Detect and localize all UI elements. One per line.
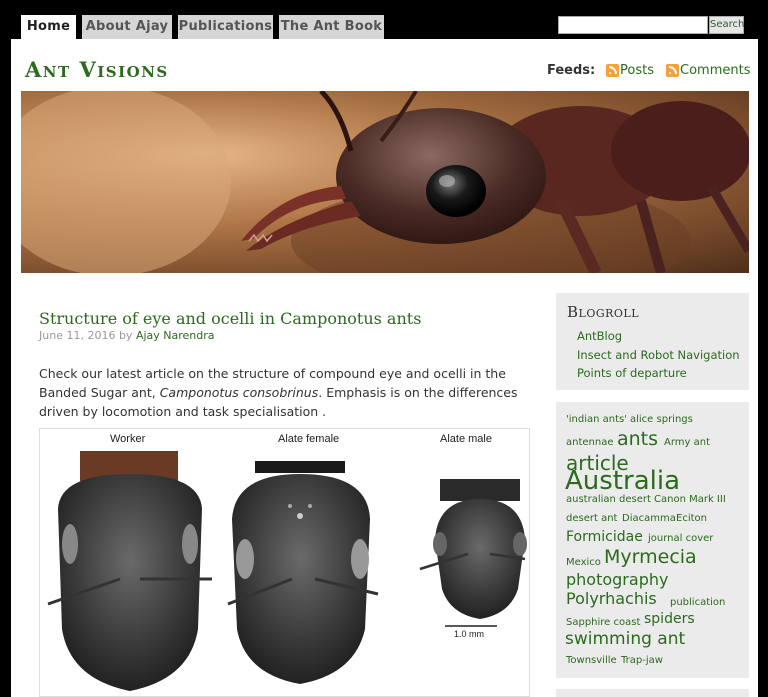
tag-cloud-widget: 'indian ants' alice springs antennae ant… — [556, 402, 749, 678]
blogroll-link[interactable]: AntBlog — [577, 329, 622, 343]
search-input[interactable] — [558, 16, 708, 34]
rss-icon[interactable] — [606, 64, 619, 77]
tag-link[interactable]: journal cover — [648, 533, 713, 544]
tag-link[interactable]: Formicidae — [566, 529, 643, 545]
tag-link[interactable]: Myrmecia — [604, 546, 697, 568]
tag-link[interactable]: spiders — [644, 611, 695, 627]
rss-icon[interactable] — [666, 64, 679, 77]
blogroll-link[interactable]: Insect and Robot Navigation — [577, 348, 740, 362]
blogroll-title: Blogroll — [567, 303, 640, 321]
post-title[interactable]: Structure of eye and ocelli in Camponotu… — [39, 309, 421, 328]
blogroll-widget: Blogroll AntBlog Insect and Robot Naviga… — [556, 293, 749, 390]
tag-link[interactable]: swimming ant — [565, 629, 685, 649]
post-by: by — [118, 329, 133, 342]
site-title[interactable]: Ant Visions — [25, 57, 169, 82]
page-content: Ant Visions Feeds: Posts Comments Struct… — [11, 39, 758, 697]
tag-link[interactable]: alice springs — [630, 414, 693, 425]
tab-about-ajay[interactable]: About Ajay — [82, 15, 172, 39]
post-date: June 11, 2016 — [39, 329, 116, 342]
tag-link[interactable]: Townsville — [566, 655, 617, 666]
tag-link[interactable]: desert ant — [566, 513, 617, 524]
tag-link[interactable]: Australia — [565, 466, 680, 496]
tag-link[interactable]: Canon Mark III — [654, 494, 726, 505]
tag-link[interactable]: Trap-jaw — [621, 655, 663, 666]
ant-heads-illustration — [47, 451, 527, 691]
tag-link[interactable]: Diacamma — [622, 513, 676, 524]
feed-posts-link[interactable]: Posts — [620, 63, 654, 78]
post-author-link[interactable]: Ajay Narendra — [136, 329, 215, 342]
post-figure[interactable]: Worker Alate female Alate male 1.0 mm — [39, 428, 530, 697]
tab-home[interactable]: Home — [21, 15, 76, 40]
tag-link[interactable]: photography — [566, 570, 668, 589]
tag-link[interactable]: Sapphire coast — [566, 617, 640, 628]
top-nav: Home About Ajay Publications The Ant Boo… — [0, 0, 768, 40]
next-widget — [556, 689, 749, 697]
tag-link[interactable]: antennae — [566, 437, 614, 448]
tag-link[interactable]: publication — [670, 597, 725, 608]
tag-link[interactable]: ants — [617, 428, 658, 450]
tag-link[interactable]: Army ant — [664, 437, 710, 448]
tab-the-ant-book[interactable]: The Ant Book — [279, 15, 384, 39]
species-name: Camponotus consobrinus — [159, 385, 319, 400]
header-image — [21, 91, 749, 273]
post-meta: June 11, 2016 by Ajay Narendra — [39, 329, 215, 342]
ant-photo-illustration — [21, 91, 749, 273]
tag-link[interactable]: 'indian ants' — [566, 414, 627, 425]
tag-link[interactable]: Polyrhachis — [566, 589, 657, 608]
blogroll-link[interactable]: Points of departure — [577, 366, 687, 380]
post-body: Check our latest article on the structur… — [39, 364, 531, 421]
tag-link[interactable]: Eciton — [676, 513, 707, 524]
search-button[interactable]: Search — [709, 16, 744, 34]
tab-publications[interactable]: Publications — [178, 15, 273, 39]
tag-link[interactable]: australian desert — [566, 494, 651, 505]
feed-comments-link[interactable]: Comments — [680, 63, 750, 78]
scale-bar-label: 1.0 mm — [454, 629, 485, 639]
feeds-label: Feeds: — [547, 63, 596, 78]
tag-link[interactable]: Mexico — [566, 557, 601, 568]
